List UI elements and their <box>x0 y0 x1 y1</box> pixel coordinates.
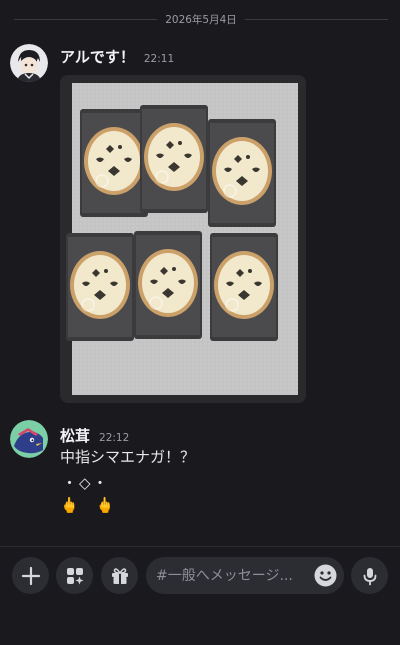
emoji-icon <box>314 564 337 587</box>
message-composer <box>0 546 400 605</box>
plus-icon <box>21 566 40 585</box>
timestamp: 22:12 <box>99 432 130 444</box>
apps-button[interactable] <box>56 557 93 594</box>
message-input[interactable] <box>156 567 306 584</box>
username[interactable]: 松茸 <box>60 425 90 446</box>
message-header: 松茸 22:12 <box>60 425 129 446</box>
message-input-container[interactable] <box>146 557 344 594</box>
add-attachment-button[interactable] <box>12 557 49 594</box>
message-text-line: 中指シマエナガ！？ <box>60 448 196 466</box>
message-text-line: ・◇・ <box>62 474 110 492</box>
microphone-icon <box>363 567 376 585</box>
gift-button[interactable] <box>101 557 138 594</box>
message-2: 松茸 22:12 中指シマエナガ！？ ・◇・ 🖕 🖕 <box>0 0 400 530</box>
message-text-line: 🖕 🖕 <box>60 496 121 514</box>
gift-icon <box>111 567 128 584</box>
apps-icon <box>66 567 83 584</box>
emoji-button[interactable] <box>313 563 338 588</box>
voice-message-button[interactable] <box>351 557 388 594</box>
avatar[interactable] <box>10 420 48 458</box>
user-avatar-icon <box>10 420 48 458</box>
